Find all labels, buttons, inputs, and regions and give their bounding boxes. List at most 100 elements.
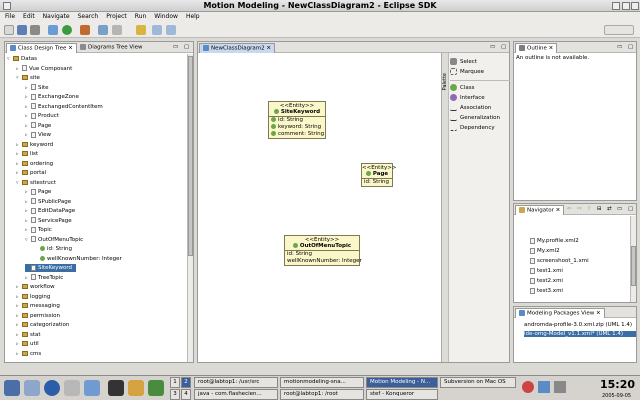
- tray-volume-icon[interactable]: [554, 381, 566, 393]
- navigator-item[interactable]: My.profile.xml2: [530, 237, 579, 245]
- entity-page[interactable]: <<Entity>> Page id: String: [361, 163, 397, 187]
- minimize-view-icon[interactable]: ▭: [170, 43, 181, 53]
- tree-item[interactable]: ▹ EditDataPage: [25, 207, 75, 215]
- navigator-item[interactable]: test1.xmi: [530, 267, 563, 275]
- palette-generalization[interactable]: Generalization: [450, 113, 512, 123]
- tree-item[interactable]: ▹ portal: [16, 169, 46, 177]
- tree-item[interactable]: ▿ OutOfMenuTopic: [25, 236, 83, 244]
- clock-time[interactable]: 15:20: [600, 378, 635, 391]
- maximize-editor-icon[interactable]: ▢: [498, 43, 509, 53]
- menu-window[interactable]: Window: [149, 12, 181, 20]
- tab-new-class-diagram[interactable]: NewClassDiagram2 ✕: [199, 43, 275, 53]
- package-item[interactable]: andromda-profile-3.0.xml.zip (UML 1.4): [524, 322, 632, 328]
- desktop-4[interactable]: 4: [181, 389, 191, 400]
- desktop-3[interactable]: 3: [170, 389, 180, 400]
- menu-search[interactable]: Search: [73, 12, 102, 20]
- perspective-switcher[interactable]: [604, 25, 634, 35]
- minimize-navigator-icon[interactable]: ▭: [614, 205, 625, 215]
- menu-file[interactable]: File: [0, 12, 18, 20]
- tree-item[interactable]: ▹ SPublicPage: [25, 198, 71, 206]
- minimize-outline-icon[interactable]: ▭: [614, 43, 625, 53]
- tree-item[interactable]: ▹ list: [16, 150, 38, 158]
- tree-scroll-thumb[interactable]: [188, 56, 193, 256]
- tree-item[interactable]: ▹ keyword: [16, 141, 53, 149]
- terminal-icon[interactable]: [108, 380, 124, 396]
- tree-item[interactable]: ▹ Vue Composant: [16, 65, 72, 73]
- navigator-scroll-thumb[interactable]: [631, 246, 636, 286]
- entity-outofmenutopic[interactable]: <<Entity>> OutOfMenuTopic id: String well…: [284, 235, 362, 266]
- palette-class[interactable]: Class: [450, 83, 512, 93]
- back-icon[interactable]: [152, 25, 162, 35]
- menu-project[interactable]: Project: [101, 12, 130, 20]
- kde-menu-icon[interactable]: [4, 380, 20, 396]
- menu-navigate[interactable]: Navigate: [38, 12, 73, 20]
- tree-item[interactable]: ▹ ExchangedContentItem: [25, 103, 103, 111]
- file-manager-icon[interactable]: [128, 380, 144, 396]
- menu-help[interactable]: Help: [181, 12, 203, 20]
- maximize-icon[interactable]: [622, 2, 630, 10]
- forward-icon[interactable]: [166, 25, 176, 35]
- palette-sash[interactable]: Palette: [442, 53, 449, 362]
- print-icon[interactable]: [30, 25, 40, 35]
- maximize-navigator-icon[interactable]: ▢: [625, 205, 636, 215]
- task-motionmodeling-snap[interactable]: motionmodeling-sna...: [280, 377, 364, 388]
- tray-app-icon[interactable]: [522, 381, 534, 393]
- tree-item[interactable]: ▹ Topic: [25, 226, 52, 234]
- navigator-item[interactable]: test2.xmi: [530, 277, 563, 285]
- tree-item[interactable]: ▹ workflow: [16, 283, 55, 291]
- tab-class-design-tree[interactable]: Class Design Tree ✕: [6, 43, 77, 53]
- minimize-editor-icon[interactable]: ▭: [487, 43, 498, 53]
- palette-interface[interactable]: Interface: [450, 93, 512, 103]
- tab-outline[interactable]: Outline ✕: [515, 43, 558, 53]
- tree-item[interactable]: ▹ logging: [16, 293, 50, 301]
- tree-item[interactable]: ▹ ServicePage: [25, 217, 72, 225]
- palette-marquee[interactable]: Marquee: [450, 67, 512, 77]
- tree-item[interactable]: ▹ stat: [16, 331, 41, 339]
- annotation-icon[interactable]: [136, 25, 146, 35]
- entity-sitekeyword[interactable]: <<Entity>> SiteKeyword id: String keyword…: [268, 101, 326, 139]
- tree-item[interactable]: ▹ util: [16, 340, 39, 348]
- maximize-view-icon[interactable]: ▢: [181, 43, 192, 53]
- menu-edit[interactable]: Edit: [18, 12, 38, 20]
- maximize-outline-icon[interactable]: ▢: [625, 43, 636, 53]
- tab-navigator[interactable]: Navigator ✕: [515, 205, 565, 215]
- browser-icon[interactable]: [44, 380, 60, 396]
- tree-item[interactable]: ▹ permission: [16, 312, 60, 320]
- tree-item[interactable]: ▿ site: [16, 74, 40, 82]
- diagram-canvas[interactable]: <<Entity>> SiteKeyword id: String keyword…: [198, 53, 441, 362]
- open-type-icon[interactable]: [98, 25, 108, 35]
- tree-item[interactable]: ▹ categorization: [16, 321, 69, 329]
- task-terminal-root[interactable]: root@labtop1: /root: [280, 389, 364, 400]
- task-konqueror[interactable]: stef - Konqueror: [366, 389, 438, 400]
- navigator-item[interactable]: My.xml2: [530, 247, 560, 255]
- package-item-selected[interactable]: ide-omg-Model_v1.1.xml* (UML 1.4): [524, 331, 636, 337]
- tree-scrollbar[interactable]: [187, 54, 193, 362]
- tree-item[interactable]: ▹ SiteKeyword: [25, 264, 77, 272]
- tree-item[interactable]: ▿ sitestruct: [16, 179, 56, 187]
- navigator-scrollbar[interactable]: [630, 216, 636, 302]
- tree-item[interactable]: ▹ cms: [16, 350, 41, 358]
- debug-icon[interactable]: [48, 25, 58, 35]
- tab-modeling-packages[interactable]: Modeling Packages View ✕: [515, 308, 605, 318]
- window-titlebar[interactable]: Motion Modeling - NewClassDiagram2 - Ecl…: [0, 0, 640, 12]
- tree-item[interactable]: ▹ Site: [25, 84, 49, 92]
- tree-attribute[interactable]: id: String: [34, 245, 72, 253]
- save-icon[interactable]: [17, 25, 27, 35]
- tree-item[interactable]: ▹ TreeTopic: [25, 274, 63, 282]
- tree-item[interactable]: ▹ Page: [25, 188, 51, 196]
- new-icon[interactable]: [4, 25, 14, 35]
- tree-item[interactable]: ▹ View: [25, 131, 51, 139]
- mail-icon[interactable]: [84, 380, 100, 396]
- tray-network-icon[interactable]: [538, 381, 550, 393]
- external-tools-icon[interactable]: [80, 25, 90, 35]
- minimize-icon[interactable]: [612, 2, 620, 10]
- tree-item[interactable]: ▹ Page: [25, 122, 51, 130]
- navigator-item[interactable]: test3.xmi: [530, 287, 563, 295]
- tree-item[interactable]: ▿ Datas: [7, 55, 37, 63]
- desktop-2[interactable]: 2: [181, 377, 191, 388]
- search-icon[interactable]: [112, 25, 122, 35]
- task-subversion[interactable]: Subversion on Mac OS: [440, 377, 516, 388]
- task-motion-modeling[interactable]: Motion Modeling - N...: [366, 377, 438, 388]
- tree-attribute[interactable]: wellKnownNumber: Integer: [34, 255, 122, 263]
- task-java[interactable]: java - com.flashecien...: [194, 389, 278, 400]
